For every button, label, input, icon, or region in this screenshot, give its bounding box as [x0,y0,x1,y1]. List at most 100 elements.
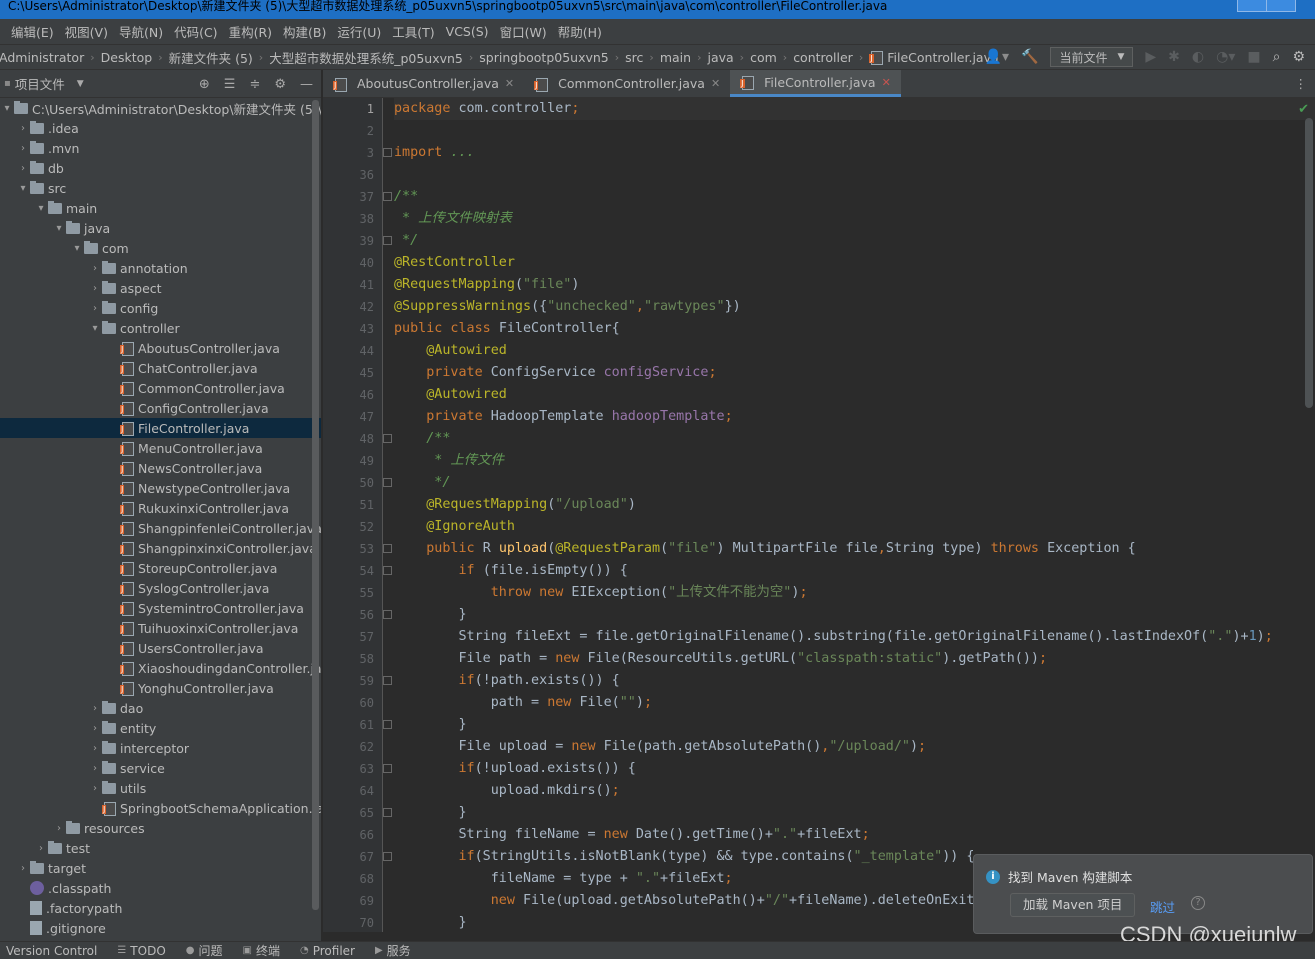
expanded-arrow-icon[interactable]: ▾ [52,223,66,234]
tree-item[interactable]: .gitignore [0,918,321,938]
breadcrumb-item[interactable]: com › [750,50,787,65]
tree-item[interactable]: RukuxinxiController.java [0,498,321,518]
close-icon[interactable]: ✕ [505,77,514,90]
build-hammer-icon[interactable]: 🔨 [1021,49,1038,65]
collapsed-arrow-icon[interactable]: › [34,843,48,854]
collapsed-arrow-icon[interactable]: › [88,303,102,314]
fold-marker-icon[interactable] [383,720,392,729]
collapse-all-icon[interactable]: ≑ [249,77,260,92]
tree-item[interactable]: .factorypath [0,898,321,918]
fold-marker-icon[interactable] [383,236,392,245]
tree-item[interactable]: › .idea [0,118,321,138]
tree-item[interactable]: › resources [0,818,321,838]
status-item[interactable]: ◔ Profiler [300,944,355,958]
breadcrumb-item[interactable]: java › [707,50,744,65]
fold-marker-icon[interactable] [383,148,392,157]
tree-item[interactable]: FileController.java [0,418,321,438]
status-item[interactable]: ☰ TODO [117,944,165,958]
menu-item[interactable]: 运行(U) [337,22,381,41]
fold-marker-icon[interactable] [383,434,392,443]
expanded-arrow-icon[interactable]: ▾ [88,323,102,334]
breadcrumb-item[interactable]: Desktop › [101,50,163,65]
breadcrumb-item[interactable]: src › [625,50,654,65]
menu-item[interactable]: 编辑(E) [11,22,54,41]
menu-item[interactable]: 构建(B) [283,22,326,41]
status-item[interactable]: ▣ 终端 [243,942,280,959]
profile-icon[interactable]: ◔▾ [1216,49,1235,65]
tree-item[interactable]: › utils [0,778,321,798]
breadcrumb-item[interactable]: springbootp05uxvn5 › [479,50,619,65]
menu-item[interactable]: 帮助(H) [558,22,602,41]
collapsed-arrow-icon[interactable]: › [88,723,102,734]
tree-item[interactable]: › db [0,158,321,178]
tree-item[interactable]: ShangpinxinxiController.java [0,538,321,558]
tree-item[interactable]: › annotation [0,258,321,278]
fold-marker-icon[interactable] [383,566,392,575]
status-item[interactable]: ● 问题 [186,942,223,959]
menu-item[interactable]: 视图(V) [65,22,108,41]
menu-item[interactable]: 重构(R) [229,22,272,41]
settings-gear-icon[interactable]: ⚙ [1292,49,1305,65]
breadcrumb-item[interactable]: 大型超市数据处理系统_p05uxvn5 › [269,48,473,67]
tree-item[interactable]: SyslogController.java [0,578,321,598]
tree-item[interactable]: › target [0,858,321,878]
tree-item[interactable]: ▾ C:\Users\Administrator\Desktop\新建文件夹 (5… [0,98,321,118]
debug-icon[interactable]: ✱ [1168,49,1180,65]
tree-item[interactable]: NewsController.java [0,458,321,478]
breadcrumb-item[interactable]: controller › [793,50,863,65]
tree-item[interactable]: NewstypeController.java [0,478,321,498]
tree-item[interactable]: › .mvn [0,138,321,158]
tree-item[interactable]: CommonController.java [0,378,321,398]
fold-marker-icon[interactable] [383,610,392,619]
collapsed-arrow-icon[interactable]: › [16,863,30,874]
tree-item[interactable]: › test [0,838,321,858]
user-icon[interactable]: 👤▾ [985,49,1009,65]
expand-all-icon[interactable]: ☰ [224,77,236,92]
load-maven-project-button[interactable]: 加载 Maven 项目 [1010,893,1136,917]
tree-item[interactable]: › service [0,758,321,778]
menu-item[interactable]: 窗口(W) [500,22,547,41]
tree-item[interactable]: › entity [0,718,321,738]
tree-item[interactable]: ChatController.java [0,358,321,378]
tree-item[interactable]: ▾ main [0,198,321,218]
code-editor[interactable]: 1 2 3 36 37 38 39 40 41 42 43 44 45 46 47 48 49 50 51 52 53 5… [323,98,1315,932]
menu-item[interactable]: 导航(N) [119,22,163,41]
project-scrollbar[interactable] [312,100,319,910]
more-tabs-icon[interactable]: ⋮ [1295,76,1308,91]
tree-item[interactable]: ▾ controller [0,318,321,338]
menu-item[interactable]: VCS(S) [446,24,489,39]
tree-item[interactable]: .classpath [0,878,321,898]
fold-marker-icon[interactable] [383,478,392,487]
fold-marker-icon[interactable] [383,852,392,861]
tree-item[interactable]: SystemintroController.java [0,598,321,618]
collapsed-arrow-icon[interactable]: › [88,783,102,794]
search-icon[interactable]: ⌕ [1273,49,1281,65]
tree-item[interactable]: ▾ com [0,238,321,258]
breadcrumb-item[interactable]: FileController.java [869,50,999,65]
tree-item[interactable]: ConfigController.java [0,398,321,418]
fold-marker-icon[interactable] [383,676,392,685]
tree-item[interactable]: UsersController.java [0,638,321,658]
collapsed-arrow-icon[interactable]: › [16,143,30,154]
coverage-icon[interactable]: ◐ [1192,49,1204,65]
tree-item[interactable]: › dao [0,698,321,718]
tab-filecontroller[interactable]: FileController.java ✕ [730,70,901,97]
maximize-button[interactable] [1266,0,1296,12]
tree-item[interactable]: XiaoshoudingdanController.java [0,658,321,678]
help-icon[interactable]: ? [1191,896,1205,910]
close-icon[interactable]: ✕ [711,77,720,90]
tree-item[interactable]: SpringbootSchemaApplication.java [0,798,321,818]
expanded-arrow-icon[interactable]: ▾ [0,103,14,114]
menu-item[interactable]: 代码(C) [174,22,217,41]
tree-item[interactable]: › interceptor [0,738,321,758]
tree-item[interactable]: TuihuoxinxiController.java [0,618,321,638]
tab-commoncontroller[interactable]: CommonController.java ✕ [524,70,730,97]
stop-icon[interactable]: ■ [1247,49,1260,65]
tree-item[interactable]: ▾ src [0,178,321,198]
collapsed-arrow-icon[interactable]: › [52,823,66,834]
gear-icon[interactable]: ⚙ [274,77,286,92]
fold-marker-icon[interactable] [383,544,392,553]
collapsed-arrow-icon[interactable]: › [16,163,30,174]
tree-item[interactable]: ▾ java [0,218,321,238]
fold-marker-icon[interactable] [383,192,392,201]
